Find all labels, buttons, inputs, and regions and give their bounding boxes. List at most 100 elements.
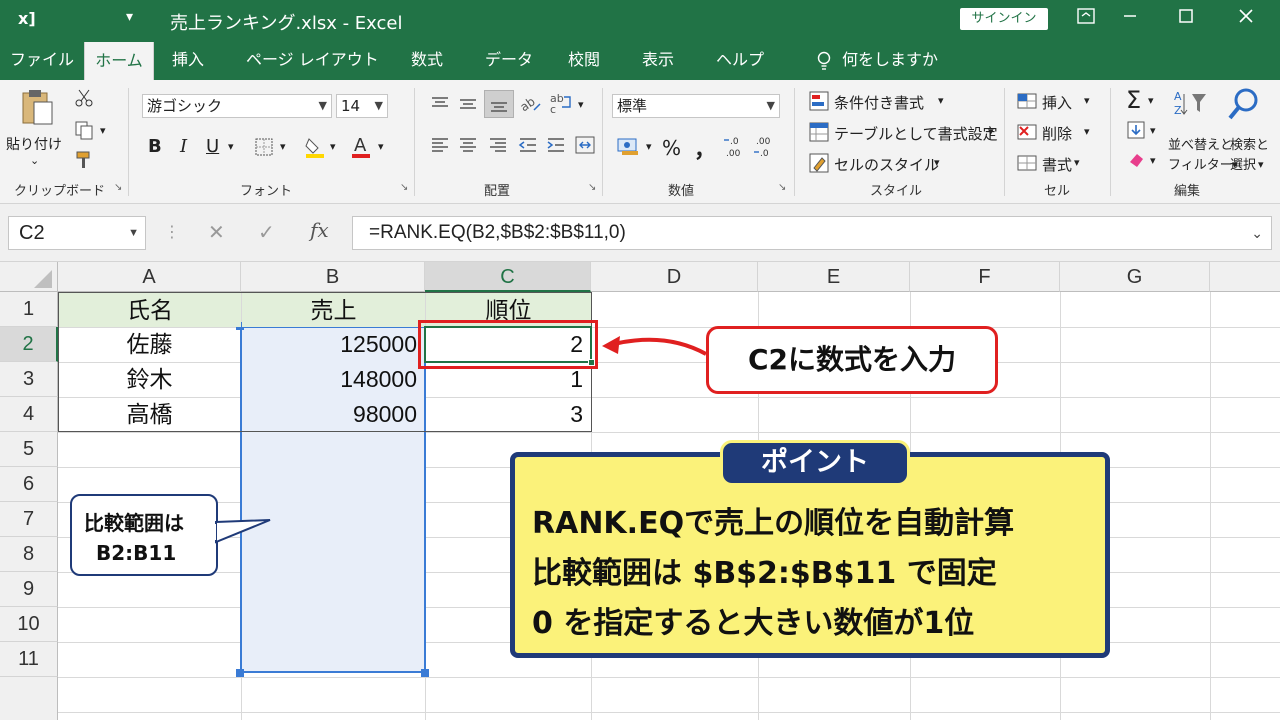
insert-cells-button[interactable]: 挿入 <box>1042 92 1072 113</box>
border-dropdown-icon[interactable]: ▾ <box>280 140 286 153</box>
row-header-12[interactable] <box>0 677 58 720</box>
conditional-format-button[interactable]: 条件付き書式 <box>834 92 924 113</box>
cell-a2[interactable]: 佐藤 <box>58 327 241 362</box>
find-select-button-line2[interactable]: 選択 <box>1230 154 1256 173</box>
column-header-e[interactable]: E <box>758 262 910 292</box>
font-color-dropdown-icon[interactable]: ▾ <box>378 140 384 153</box>
number-format-select[interactable]: 標準 ▼ <box>612 94 780 118</box>
align-center-icon[interactable] <box>458 137 478 158</box>
sort-filter-button[interactable]: 並べ替えと <box>1168 134 1233 153</box>
cell-b4[interactable]: 98000 <box>241 397 425 432</box>
paste-button-label[interactable]: 貼り付け <box>6 134 62 154</box>
cell-c3[interactable]: 1 <box>425 362 591 397</box>
quick-access-dropdown-icon[interactable]: ▾ <box>126 9 133 25</box>
select-all-corner[interactable] <box>0 262 58 292</box>
border-icon[interactable] <box>254 137 274 162</box>
font-launcher-icon[interactable]: ↘ <box>400 182 408 193</box>
cell-a4[interactable]: 高橋 <box>58 397 241 432</box>
clipboard-launcher-icon[interactable]: ↘ <box>114 182 122 193</box>
find-select-icon[interactable] <box>1226 86 1262 127</box>
font-color-icon[interactable]: A <box>350 134 372 165</box>
cancel-entry-button[interactable]: ✕ <box>208 220 225 244</box>
range-handle-bottom-right[interactable] <box>421 669 429 677</box>
fill-dropdown-icon[interactable]: ▾ <box>1150 124 1156 137</box>
merge-center-icon[interactable] <box>574 135 596 160</box>
tab-formulas[interactable]: 数式 <box>411 40 443 80</box>
format-as-table-dropdown-icon[interactable]: ▾ <box>988 125 994 138</box>
cell-styles-button[interactable]: セルのスタイル <box>834 154 939 175</box>
find-select-dropdown-icon[interactable]: ▾ <box>1258 158 1264 171</box>
decrease-indent-icon[interactable] <box>518 137 538 158</box>
sort-filter-icon[interactable]: AZ <box>1172 88 1212 125</box>
column-header-h[interactable] <box>1210 262 1280 292</box>
bold-button[interactable]: B <box>148 136 162 157</box>
lightbulb-icon[interactable] <box>816 40 832 80</box>
column-header-c[interactable]: C <box>425 262 591 292</box>
row-header-1[interactable]: 1 <box>0 292 58 327</box>
column-header-f[interactable]: F <box>910 262 1060 292</box>
tab-help[interactable]: ヘルプ <box>716 40 764 80</box>
paste-icon[interactable] <box>20 88 54 133</box>
insert-cells-icon[interactable] <box>1016 90 1038 117</box>
align-right-icon[interactable] <box>488 137 508 158</box>
column-header-g[interactable]: G <box>1060 262 1210 292</box>
cell-a1[interactable]: 氏名 <box>59 293 241 327</box>
column-header-b[interactable]: B <box>241 262 425 292</box>
autosum-dropdown-icon[interactable]: ▾ <box>1148 94 1154 107</box>
cut-icon[interactable] <box>74 88 94 113</box>
align-left-icon[interactable] <box>430 137 450 158</box>
align-top-icon[interactable] <box>430 96 450 117</box>
chevron-down-icon[interactable]: ▼ <box>128 217 139 249</box>
confirm-entry-button[interactable]: ✓ <box>258 220 275 244</box>
underline-button[interactable]: U <box>206 136 219 157</box>
format-cells-button[interactable]: 書式 <box>1042 154 1072 175</box>
autosum-icon[interactable]: Σ <box>1126 86 1141 114</box>
wrap-text-icon[interactable]: ab c <box>548 92 574 119</box>
percent-button[interactable]: % <box>662 136 681 160</box>
fill-handle[interactable] <box>588 359 595 366</box>
delete-cells-dropdown-icon[interactable]: ▾ <box>1084 125 1090 138</box>
insert-function-button[interactable]: fx <box>310 218 329 242</box>
tell-me-search[interactable]: 何をしますか <box>842 40 938 80</box>
formula-input[interactable]: =RANK.EQ(B2,$B$2:$B$11,0) ⌄ <box>352 216 1272 250</box>
format-cells-icon[interactable] <box>1016 152 1038 179</box>
row-header-7[interactable]: 7 <box>0 502 58 537</box>
clear-icon[interactable] <box>1126 150 1146 175</box>
clear-dropdown-icon[interactable]: ▾ <box>1150 154 1156 167</box>
cell-a3[interactable]: 鈴木 <box>58 362 241 397</box>
accounting-format-icon[interactable] <box>616 135 642 162</box>
fill-color-icon[interactable] <box>304 135 326 164</box>
cell-b1[interactable]: 売上 <box>242 293 425 327</box>
tab-home[interactable]: ホーム <box>84 42 154 80</box>
alignment-launcher-icon[interactable]: ↘ <box>588 182 596 193</box>
comma-style-button[interactable]: ， <box>694 132 716 164</box>
cell-c4[interactable]: 3 <box>425 397 591 432</box>
column-header-d[interactable]: D <box>591 262 758 292</box>
copy-icon[interactable] <box>74 120 94 145</box>
underline-dropdown-icon[interactable]: ▾ <box>228 140 234 153</box>
fill-down-icon[interactable] <box>1126 120 1146 145</box>
cell-styles-dropdown-icon[interactable]: ▾ <box>934 156 940 169</box>
delete-cells-button[interactable]: 削除 <box>1042 123 1072 144</box>
cell-b2[interactable]: 125000 <box>241 327 425 362</box>
row-header-10[interactable]: 10 <box>0 607 58 642</box>
align-bottom-icon[interactable] <box>484 90 514 118</box>
row-header-8[interactable]: 8 <box>0 537 58 572</box>
format-as-table-button[interactable]: テーブルとして書式設定 <box>834 123 998 144</box>
signin-button[interactable]: サインイン <box>960 8 1048 30</box>
delete-cells-icon[interactable] <box>1016 121 1038 148</box>
close-icon[interactable] <box>1226 5 1266 33</box>
font-size-select[interactable]: 14 ▼ <box>336 94 388 118</box>
row-header-5[interactable]: 5 <box>0 432 58 467</box>
increase-indent-icon[interactable] <box>546 137 566 158</box>
tab-file[interactable]: ファイル <box>10 40 74 80</box>
cell-c2[interactable]: 2 <box>425 327 591 362</box>
italic-button[interactable]: I <box>180 136 187 157</box>
tab-insert[interactable]: 挿入 <box>172 40 204 80</box>
cell-styles-icon[interactable] <box>808 152 830 179</box>
orientation-icon[interactable]: ab <box>517 92 542 119</box>
paste-dropdown-icon[interactable]: ⌄ <box>30 154 39 167</box>
align-middle-icon[interactable] <box>458 96 478 117</box>
expand-formula-icon[interactable]: ⌄ <box>1251 217 1263 249</box>
accounting-dropdown-icon[interactable]: ▾ <box>646 140 652 153</box>
